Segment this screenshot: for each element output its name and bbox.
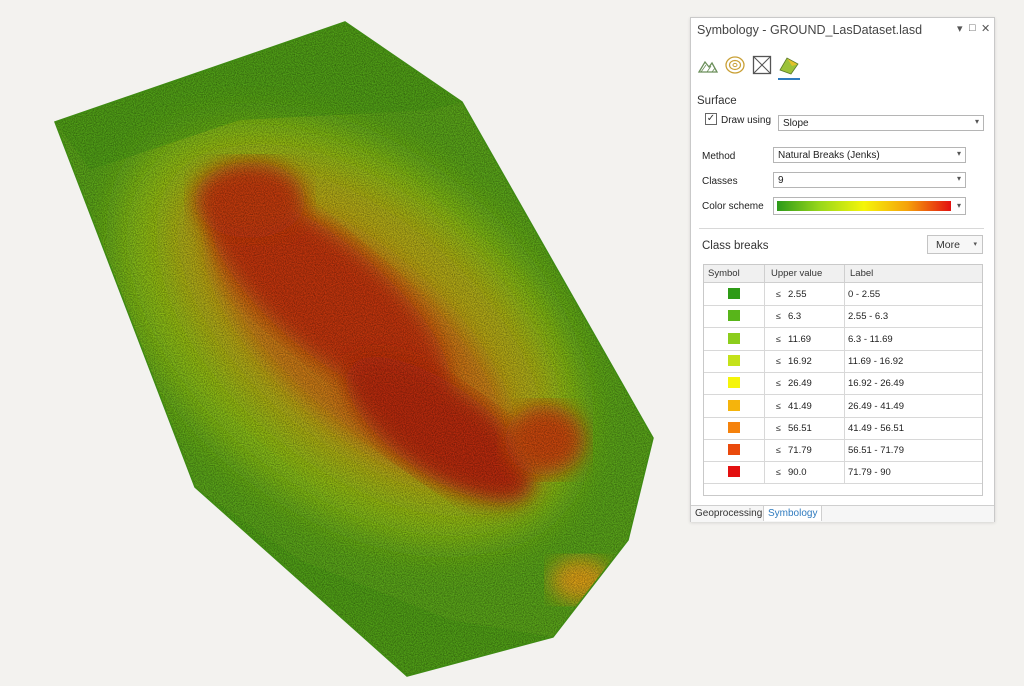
method-label: Method (702, 151, 736, 162)
classes-label: Classes (702, 176, 738, 187)
upper-value-cell[interactable]: 16.92 (788, 356, 812, 367)
table-row[interactable]: ≤41.49 26.49 - 41.49 (704, 394, 982, 418)
table-row[interactable]: ≤11.69 6.3 - 11.69 (704, 327, 982, 351)
edges-icon[interactable] (751, 54, 773, 76)
table-row[interactable]: ≤26.49 16.92 - 26.49 (704, 372, 982, 396)
method-select[interactable]: Natural Breaks (Jenks) ▾ (773, 147, 966, 163)
more-button-label: More (936, 239, 960, 251)
pane-title: Symbology - GROUND_LasDataset.lasd (697, 23, 923, 37)
contours-icon[interactable] (724, 54, 746, 76)
upper-value-cell[interactable]: 2.55 (788, 289, 807, 300)
less-equal-icon: ≤ (776, 400, 781, 411)
column-header-upper-value[interactable]: Upper value (771, 268, 822, 279)
less-equal-icon: ≤ (776, 289, 781, 299)
pane-menu-icon[interactable]: ▾ (957, 22, 963, 35)
classes-select[interactable]: 9 ▾ (773, 172, 966, 188)
class-symbol-swatch[interactable] (728, 288, 740, 299)
table-row[interactable]: ≤56.51 41.49 - 56.51 (704, 416, 982, 440)
class-symbol-swatch[interactable] (728, 421, 740, 433)
table-row[interactable]: ≤16.92 11.69 - 16.92 (704, 349, 982, 373)
upper-value-cell[interactable]: 41.49 (788, 401, 812, 412)
chevron-down-icon: ▾ (974, 117, 979, 126)
draw-using-select[interactable]: Slope ▾ (778, 115, 984, 131)
chevron-down-icon: ▾ (956, 201, 961, 210)
label-cell[interactable]: 2.55 - 6.3 (848, 311, 888, 322)
chevron-down-icon: ▾ (973, 241, 977, 248)
table-header: Symbol Upper value Label (704, 265, 982, 283)
less-equal-icon: ≤ (776, 378, 781, 389)
class-breaks-heading: Class breaks (702, 240, 769, 252)
less-equal-icon: ≤ (776, 333, 781, 344)
less-equal-icon: ≤ (776, 445, 781, 456)
draw-using-checkbox[interactable]: ✓ (705, 113, 717, 125)
class-breaks-table: Symbol Upper value Label ≤2.55 0 - 2.55 ≤6… (703, 264, 983, 496)
draw-using-label: Draw using (721, 115, 772, 126)
upper-value-cell[interactable]: 56.51 (788, 423, 812, 434)
upper-value-cell[interactable]: 11.69 (788, 334, 811, 345)
symbology-pane: Symbology - GROUND_LasDataset.lasd ▾ □ ✕… (690, 17, 995, 522)
class-symbol-swatch[interactable] (728, 377, 740, 389)
chevron-down-icon: ▾ (956, 174, 961, 183)
less-equal-icon: ≤ (776, 355, 781, 366)
tab-symbology[interactable]: Symbology (763, 506, 823, 521)
classes-value: 9 (778, 175, 784, 186)
label-cell[interactable]: 16.92 - 26.49 (848, 378, 904, 389)
label-cell[interactable]: 71.79 - 90 (848, 467, 891, 478)
upper-value-cell[interactable]: 26.49 (788, 378, 812, 389)
class-symbol-swatch[interactable] (728, 332, 740, 344)
less-equal-icon: ≤ (776, 422, 781, 433)
class-symbol-swatch[interactable] (728, 354, 740, 366)
pane-bottom-tabs: Geoprocessing Symbology (691, 505, 994, 522)
color-scheme-select[interactable]: ▾ (773, 197, 966, 215)
surface-heading: Surface (697, 95, 737, 107)
class-symbol-swatch[interactable] (728, 444, 740, 456)
color-scheme-label: Color scheme (702, 201, 764, 212)
label-cell[interactable]: 11.69 - 16.92 (848, 356, 903, 367)
draw-using-value: Slope (783, 118, 809, 129)
table-row[interactable]: ≤71.79 56.51 - 71.79 (704, 439, 982, 463)
more-button[interactable]: More ▾ (927, 235, 983, 254)
pane-titlebar[interactable]: Symbology - GROUND_LasDataset.lasd ▾ □ ✕ (691, 18, 994, 42)
column-header-symbol[interactable]: Symbol (708, 268, 740, 279)
class-symbol-swatch[interactable] (728, 399, 740, 411)
label-cell[interactable]: 41.49 - 56.51 (848, 423, 904, 434)
less-equal-icon: ≤ (776, 467, 781, 478)
label-cell[interactable]: 56.51 - 71.79 (848, 445, 904, 456)
tab-geoprocessing[interactable]: Geoprocessing (691, 506, 766, 521)
chevron-down-icon: ▾ (956, 149, 961, 158)
table-row[interactable]: ≤90.0 71.79 - 90 (704, 461, 982, 485)
table-row[interactable]: ≤6.3 2.55 - 6.3 (704, 305, 982, 329)
upper-value-cell[interactable]: 90.0 (788, 467, 807, 478)
table-row[interactable]: ≤2.55 0 - 2.55 (704, 283, 982, 306)
method-value: Natural Breaks (Jenks) (778, 150, 880, 161)
label-cell[interactable]: 26.49 - 41.49 (848, 401, 904, 412)
color-ramp (777, 201, 951, 211)
surface-icon[interactable] (778, 54, 800, 80)
divider (699, 228, 984, 229)
upper-value-cell[interactable]: 6.3 (788, 311, 801, 322)
upper-value-cell[interactable]: 71.79 (788, 445, 812, 456)
class-symbol-swatch[interactable] (728, 310, 740, 322)
close-icon[interactable]: ✕ (981, 22, 990, 35)
points-icon[interactable] (697, 54, 719, 76)
less-equal-icon: ≤ (776, 311, 781, 322)
class-symbol-swatch[interactable] (728, 466, 740, 478)
label-cell[interactable]: 0 - 2.55 (848, 289, 880, 300)
label-cell[interactable]: 6.3 - 11.69 (848, 334, 893, 345)
column-header-label[interactable]: Label (850, 268, 873, 279)
maximize-icon[interactable]: □ (969, 22, 976, 34)
